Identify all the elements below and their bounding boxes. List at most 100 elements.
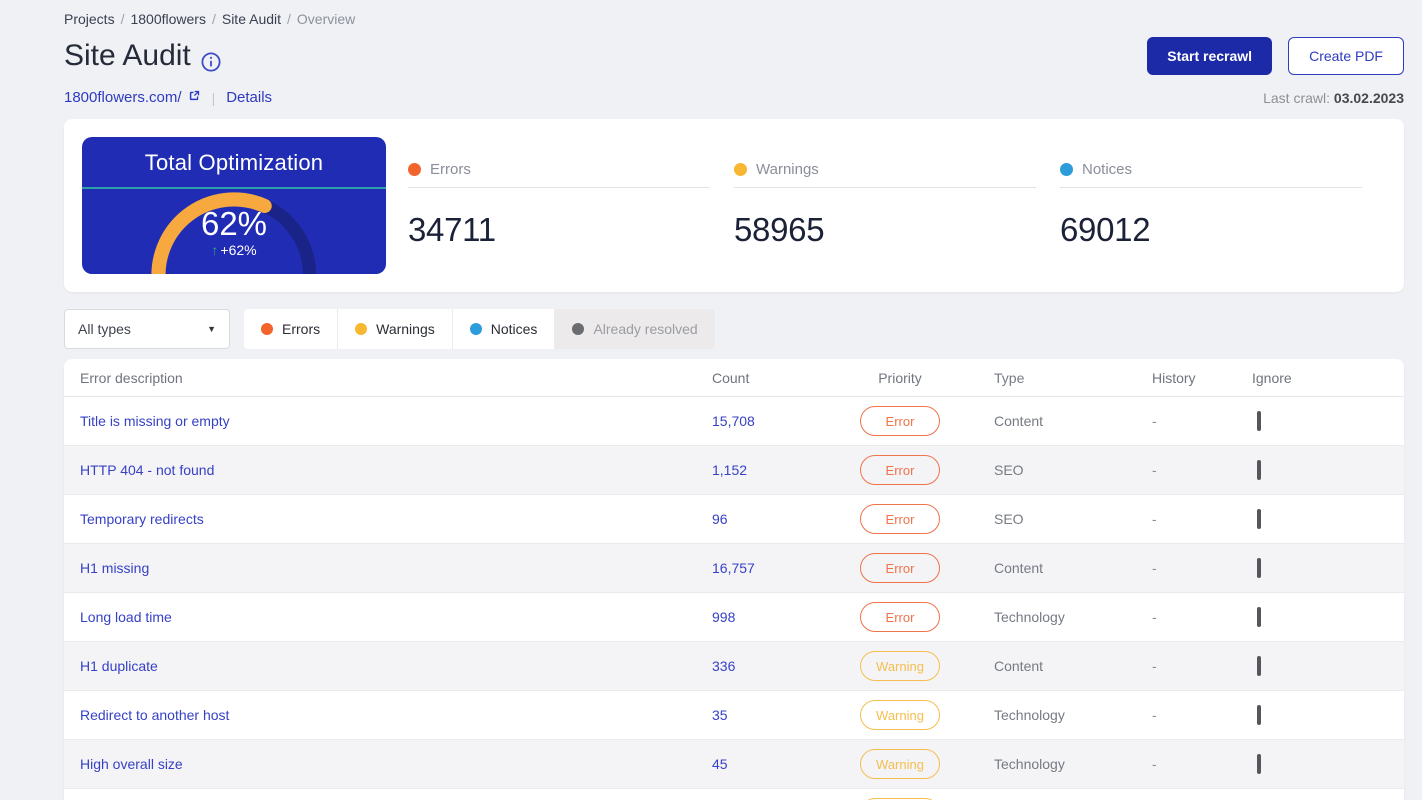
page-title-text: Site Audit — [64, 39, 191, 72]
issues-table: Error description Count Priority Type Hi… — [64, 359, 1404, 800]
ignore-checkbox[interactable] — [1257, 509, 1261, 529]
tab-dot-icon — [469, 323, 482, 335]
create-pdf-button[interactable]: Create PDF — [1288, 37, 1404, 75]
error-description-link[interactable]: H1 duplicate — [80, 658, 158, 674]
priority-badge: Warning — [860, 651, 940, 681]
tab-errors[interactable]: Errors — [244, 309, 339, 349]
ignore-checkbox[interactable] — [1257, 411, 1261, 431]
site-url-link[interactable]: 1800flowers.com/ — [64, 89, 201, 106]
history-cell: - — [1152, 658, 1157, 674]
priority-badge: Error — [860, 455, 940, 485]
tab-dot-icon — [572, 323, 585, 335]
count-link[interactable]: 15,708 — [710, 413, 840, 429]
ignore-checkbox[interactable] — [1257, 754, 1261, 774]
type-cell: Content — [994, 413, 1044, 429]
error-description-link[interactable]: H1 missing — [80, 560, 149, 576]
type-cell: SEO — [994, 511, 1024, 527]
count-link[interactable]: 336 — [710, 658, 840, 674]
type-cell: Content — [994, 560, 1044, 576]
priority-badge: Error — [860, 602, 940, 632]
stat-label: Notices — [1082, 161, 1133, 178]
tab-dot-icon — [261, 323, 273, 335]
ignore-checkbox[interactable] — [1257, 460, 1261, 480]
ignore-checkbox[interactable] — [1257, 607, 1261, 627]
error-description-link[interactable]: Title is missing or empty — [80, 413, 230, 429]
tab-dot-icon — [355, 323, 368, 335]
external-link-icon — [188, 89, 201, 106]
summary-stats: Errors 34711 Warnings 58965 Notices 6901… — [386, 137, 1386, 274]
table-row: Temporary redirects 96 Error SEO - — [64, 495, 1404, 544]
count-link[interactable]: 45 — [710, 756, 840, 772]
gauge-title: Total Optimization — [144, 150, 324, 175]
error-description-link[interactable]: Long load time — [80, 609, 172, 625]
table-header: Error description Count Priority Type Hi… — [64, 359, 1404, 397]
history-cell: - — [1152, 511, 1157, 527]
count-link[interactable]: 35 — [710, 707, 840, 723]
site-url-text: 1800flowers.com/ — [64, 89, 182, 106]
type-cell: Content — [994, 658, 1044, 674]
chevron-down-icon: ▼ — [207, 324, 216, 334]
type-cell: Technology — [994, 707, 1065, 723]
column-header-count: Count — [712, 369, 750, 386]
severity-tabs: Errors Warnings Notices Already resolved — [244, 309, 715, 349]
last-crawl-label: Last crawl: — [1263, 89, 1331, 106]
history-cell: - — [1152, 609, 1157, 625]
table-row: High overall size 45 Warning Technology … — [64, 740, 1404, 789]
ignore-checkbox[interactable] — [1257, 705, 1261, 725]
history-cell: - — [1152, 462, 1157, 478]
last-crawl: Last crawl: 03.02.2023 — [1263, 90, 1404, 106]
table-row: H1 missing 16,757 Error Content - — [64, 544, 1404, 593]
stat-dot-icon — [734, 163, 747, 176]
gauge-delta: ↑ +62% — [82, 242, 386, 258]
tab-label: Notices — [490, 321, 538, 337]
details-link[interactable]: Details — [226, 89, 272, 106]
column-header-error-description: Error description — [80, 369, 183, 386]
tab-label: Already resolved — [593, 321, 698, 337]
page-title: Site Audit — [64, 39, 221, 73]
stat-label: Warnings — [756, 161, 819, 178]
url-row: 1800flowers.com/ | Details Last crawl: 0… — [64, 89, 1404, 106]
column-header-type: Type — [994, 369, 1025, 386]
type-filter-dropdown[interactable]: All types ▼ — [64, 309, 230, 349]
stat-label: Errors — [430, 161, 471, 178]
type-cell: SEO — [994, 462, 1024, 478]
filter-row: All types ▼ Errors Warnings Notices Alre… — [64, 309, 1404, 349]
tab-already-resolved[interactable]: Already resolved — [555, 309, 715, 349]
count-link[interactable]: 1,152 — [710, 462, 840, 478]
priority-badge: Error — [860, 504, 940, 534]
error-description-link[interactable]: Redirect to another host — [80, 707, 229, 723]
history-cell: - — [1152, 707, 1157, 723]
count-link[interactable]: 998 — [710, 609, 840, 625]
breadcrumb-current: Overview — [296, 11, 356, 27]
table-row: Title is missing or empty 15,708 Error C… — [64, 397, 1404, 446]
table-row: Long load time 998 Error Technology - — [64, 593, 1404, 642]
breadcrumb-link-1800flowers[interactable]: 1800flowers — [130, 11, 206, 27]
stat-value: 34711 — [408, 211, 496, 248]
type-cell: Technology — [994, 609, 1065, 625]
breadcrumb-separator: / — [120, 11, 125, 27]
tab-notices[interactable]: Notices — [452, 309, 556, 349]
gauge-text: 62% ↑ +62% — [82, 207, 386, 258]
count-link[interactable]: 96 — [710, 511, 840, 527]
info-icon[interactable] — [201, 46, 221, 72]
ignore-checkbox[interactable] — [1257, 656, 1261, 676]
ignore-checkbox[interactable] — [1257, 558, 1261, 578]
divider: | — [211, 89, 216, 106]
history-cell: - — [1152, 560, 1157, 576]
priority-badge: Warning — [860, 749, 940, 779]
breadcrumb: Projects / 1800flowers / Site Audit / Overview — [64, 0, 1404, 27]
history-cell: - — [1152, 413, 1157, 429]
breadcrumb-link-site-audit[interactable]: Site Audit — [222, 11, 281, 27]
table-body: Title is missing or empty 15,708 Error C… — [64, 397, 1404, 800]
stat-notices: Notices 69012 — [1060, 161, 1362, 274]
error-description-link[interactable]: Temporary redirects — [80, 511, 204, 527]
start-recrawl-button[interactable]: Start recrawl — [1147, 37, 1273, 75]
breadcrumb-link-projects[interactable]: Projects — [64, 11, 115, 27]
priority-badge: Error — [860, 553, 940, 583]
error-description-link[interactable]: HTTP 404 - not found — [80, 462, 214, 478]
error-description-link[interactable]: High overall size — [80, 756, 183, 772]
priority-badge: Warning — [860, 700, 940, 730]
tab-warnings[interactable]: Warnings — [338, 309, 453, 349]
title-row: Site Audit Start recrawl Create PDF — [64, 37, 1404, 75]
count-link[interactable]: 16,757 — [710, 560, 840, 576]
